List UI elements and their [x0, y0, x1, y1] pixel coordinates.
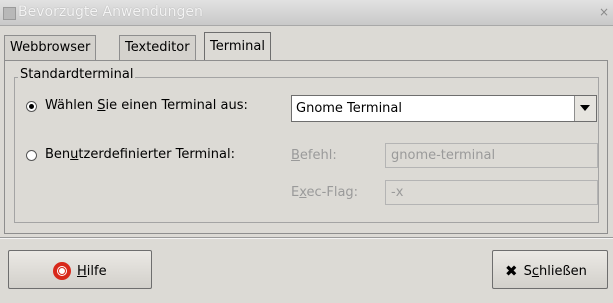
help-button-label: Hilfe: [77, 263, 107, 279]
select-terminal-label: Wählen Sie einen Terminal aus:: [45, 98, 248, 113]
tab-webbrowser[interactable]: Webbrowser: [4, 35, 97, 60]
radio-select-terminal[interactable]: [26, 101, 37, 112]
help-button[interactable]: Hilfe: [8, 250, 152, 289]
close-window-icon[interactable]: ×: [599, 5, 609, 19]
window-title: Bevorzugte Anwendungen: [18, 4, 203, 20]
close-button[interactable]: ✖ Schließen: [492, 250, 608, 289]
section-title: Standardterminal: [18, 67, 136, 82]
close-x-icon: ✖: [505, 262, 518, 280]
exec-flag-field[interactable]: -x: [385, 180, 598, 205]
terminal-select[interactable]: Gnome Terminal: [291, 95, 597, 122]
title-bar[interactable]: Bevorzugte Anwendungen ×: [0, 0, 613, 26]
separator: [0, 237, 613, 239]
exec-flag-label: Exec-Flag:: [291, 185, 359, 200]
terminal-select-value: Gnome Terminal: [296, 101, 402, 116]
tab-texteditor[interactable]: Texteditor: [119, 35, 196, 60]
close-button-label: Schließen: [523, 263, 587, 279]
dropdown-arrow-icon[interactable]: [574, 96, 596, 121]
radio-custom-terminal[interactable]: [26, 150, 37, 161]
window-icon: [3, 7, 16, 20]
command-label: Befehl:: [291, 148, 337, 163]
command-field[interactable]: gnome-terminal: [385, 143, 598, 168]
help-lifebuoy-icon: [53, 262, 71, 280]
custom-terminal-label: Benutzerdefinierter Terminal:: [45, 147, 235, 162]
tab-terminal[interactable]: Terminal: [204, 32, 271, 61]
